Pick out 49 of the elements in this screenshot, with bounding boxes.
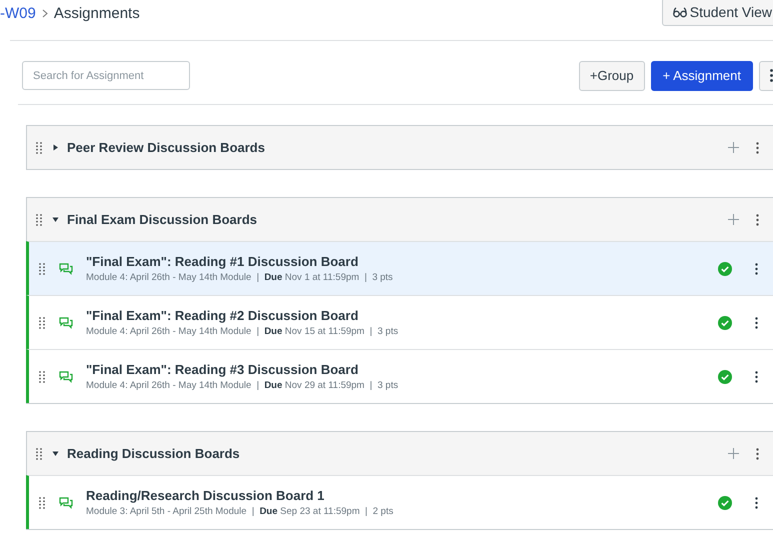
assignment-details: Module 4: April 26th - May 14th Module | Due Nov 29 at 11:59pm | 3 pts bbox=[86, 380, 400, 391]
drag-handle-icon[interactable] bbox=[36, 214, 42, 226]
drag-handle-icon[interactable] bbox=[36, 142, 42, 154]
kebab-icon[interactable] bbox=[756, 448, 759, 460]
published-check-icon[interactable] bbox=[718, 370, 732, 384]
assignment-title[interactable]: "Final Exam": Reading #2 Discussion Board bbox=[86, 308, 718, 323]
published-check-icon[interactable] bbox=[718, 316, 732, 330]
kebab-icon[interactable] bbox=[755, 496, 758, 508]
drag-handle-icon[interactable] bbox=[39, 496, 45, 508]
assignment-details: Module 4: April 26th - May 14th Module | Due Nov 15 at 11:59pm | 3 pts bbox=[86, 326, 400, 337]
discussion-icon bbox=[59, 262, 73, 274]
search-field[interactable]: Search for Assignment bbox=[22, 61, 190, 90]
kebab-icon[interactable] bbox=[755, 262, 758, 274]
kebab-icon bbox=[770, 69, 773, 82]
assignment-details: Module 4: April 26th - May 14th Module | Due Nov 1 at 11:59pm | 3 pts bbox=[86, 272, 394, 283]
expand-icon[interactable] bbox=[52, 144, 59, 151]
discussion-icon bbox=[59, 496, 73, 508]
add-icon[interactable] bbox=[728, 142, 739, 153]
breadcrumb-link[interactable]: -W09 bbox=[0, 4, 36, 22]
assignment-row[interactable]: Reading/Research Discussion Board 1 Module 3: April 5th - April 25th Module | Due Sep 23 at 11:59pm | 2 pts bbox=[26, 475, 773, 529]
chevron-icon bbox=[42, 8, 48, 18]
assignment-row[interactable]: "Final Exam": Reading #1 Discussion Board Module 4: April 26th - May 14th Module | Due Nov 1 at 11:59pm | 3 pts bbox=[26, 241, 773, 295]
drag-handle-icon[interactable] bbox=[39, 262, 45, 274]
add-icon[interactable] bbox=[728, 214, 739, 225]
add-icon[interactable] bbox=[728, 448, 739, 459]
discussion-icon bbox=[59, 316, 73, 328]
assignment-row[interactable]: "Final Exam": Reading #2 Discussion Board Module 4: April 26th - May 14th Module | Due Nov 15 at 11:59pm | 3 pts bbox=[26, 295, 773, 349]
assignment-row[interactable]: "Final Exam": Reading #3 Discussion Board Module 4: April 26th - May 14th Module | Due Nov 29 at 11:59pm | 3 pts bbox=[26, 349, 773, 403]
breadcrumb-current: Assignments bbox=[54, 4, 140, 22]
glasses-icon bbox=[672, 6, 687, 18]
kebab-icon[interactable] bbox=[756, 142, 759, 154]
collapse-icon[interactable] bbox=[52, 216, 59, 223]
assignment-details: Module 3: April 5th - April 25th Module | Due Sep 23 at 11:59pm | 2 pts bbox=[86, 506, 394, 517]
kebab-icon[interactable] bbox=[755, 316, 758, 328]
drag-handle-icon[interactable] bbox=[39, 316, 45, 328]
published-check-icon[interactable] bbox=[718, 262, 732, 276]
assignment-title[interactable]: "Final Exam": Reading #1 Discussion Board bbox=[86, 254, 718, 269]
assignment-title[interactable]: "Final Exam": Reading #3 Discussion Board bbox=[86, 362, 718, 377]
drag-handle-icon[interactable] bbox=[36, 448, 42, 460]
kebab-icon[interactable] bbox=[755, 370, 758, 382]
kebab-icon[interactable] bbox=[756, 214, 759, 226]
collapse-icon[interactable] bbox=[52, 450, 59, 457]
add-button[interactable]: + Assignment bbox=[650, 60, 753, 90]
discussion-icon bbox=[59, 370, 73, 382]
drag-handle-icon[interactable] bbox=[39, 370, 45, 382]
student-view-button[interactable]: Student View bbox=[662, 0, 773, 26]
assignment-title[interactable]: Reading/Research Discussion Board 1 bbox=[86, 488, 718, 503]
published-check-icon[interactable] bbox=[718, 496, 732, 510]
add-button[interactable]: +Group bbox=[578, 60, 645, 90]
